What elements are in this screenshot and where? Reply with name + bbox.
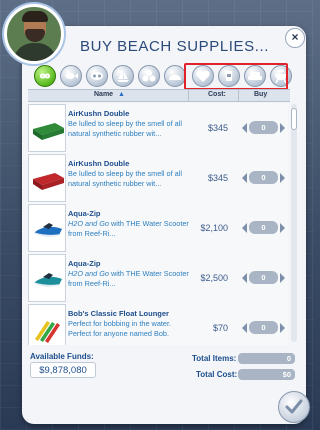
item-price: $2,100 <box>200 223 228 233</box>
item-description-emphasis: H2O and Go <box>68 219 109 228</box>
item-price: $345 <box>207 123 228 133</box>
total-items-box: 0 <box>238 353 295 364</box>
item-description-emphasis: H2O and Go <box>68 269 109 278</box>
item-description: H2O and Go with THE Water Scooter from R… <box>68 269 192 288</box>
item-name: AirKushn Double <box>68 159 130 168</box>
decrease-arrow-icon[interactable] <box>242 123 247 133</box>
available-funds-label: Available Funds: <box>30 352 94 361</box>
item-name: AirKushn Double <box>68 109 130 118</box>
column-name-header[interactable]: Name <box>94 91 113 98</box>
item-price: $2,500 <box>200 273 228 283</box>
mask-icon <box>91 72 103 80</box>
quantity-value[interactable]: 0 <box>249 171 278 184</box>
increase-arrow-icon[interactable] <box>280 323 285 333</box>
decrease-arrow-icon[interactable] <box>242 323 247 333</box>
red-air-mattress-icon <box>33 173 64 190</box>
total-cost-value: $0 <box>282 370 291 379</box>
decrease-arrow-icon[interactable] <box>242 173 247 183</box>
filter-sailboat-button[interactable] <box>112 65 134 87</box>
infinity-icon <box>39 73 51 79</box>
item-name: Bob's Classic Float Lounger <box>68 309 169 318</box>
list-item[interactable]: Aqua-Zip H2O and Go with THE Water Scoot… <box>28 253 288 304</box>
total-items-value: 0 <box>286 354 291 363</box>
quantity-value[interactable]: 0 <box>249 221 278 234</box>
total-cost-box: $0 <box>238 369 295 380</box>
fish-icon <box>65 73 78 79</box>
item-name: Aqua-Zip <box>68 209 101 218</box>
filter-fish-button[interactable] <box>60 65 82 87</box>
item-description: Be lulled to sleep by the smell of all n… <box>68 119 182 138</box>
list-item[interactable]: AirKushn Double Be lulled to sleep by th… <box>28 103 288 154</box>
filter-shell-button[interactable] <box>164 65 186 87</box>
purchase-summary: Available Funds: $9,878,080 Total Items:… <box>22 348 306 390</box>
item-price: $345 <box>207 173 228 183</box>
quantity-stepper[interactable]: 0 <box>242 321 286 335</box>
green-air-mattress-icon <box>33 123 64 140</box>
bubbles-icon <box>142 70 156 82</box>
quantity-stepper[interactable]: 0 <box>242 221 286 235</box>
column-header: Name ▲ Cost: Buy <box>28 89 290 102</box>
filter-bubbles-button[interactable] <box>138 65 160 87</box>
highlight-annotation <box>184 63 288 90</box>
decrease-arrow-icon[interactable] <box>242 273 247 283</box>
shell-icon <box>169 74 181 80</box>
quantity-stepper[interactable]: 0 <box>242 121 286 135</box>
item-list: AirKushn Double Be lulled to sleep by th… <box>28 103 288 345</box>
increase-arrow-icon[interactable] <box>280 273 285 283</box>
column-buy-header: Buy <box>254 91 268 98</box>
decrease-arrow-icon[interactable] <box>242 223 247 233</box>
filter-all-button[interactable] <box>34 65 56 87</box>
item-price: $70 <box>212 323 228 333</box>
item-description: H2O and Go with THE Water Scooter from R… <box>68 219 192 238</box>
item-thumbnail <box>28 304 66 345</box>
striped-float-icon <box>35 321 60 343</box>
quantity-value[interactable]: 0 <box>249 121 278 134</box>
item-thumbnail <box>28 254 66 302</box>
close-button[interactable]: × <box>285 28 305 48</box>
list-item[interactable]: Bob's Classic Float Lounger Perfect for … <box>28 303 288 345</box>
list-item[interactable]: AirKushn Double Be lulled to sleep by th… <box>28 153 288 204</box>
blue-jetski-icon <box>33 223 62 237</box>
item-thumbnail <box>28 204 66 252</box>
sim-avatar[interactable] <box>4 4 64 64</box>
item-name: Aqua-Zip <box>68 259 101 268</box>
quantity-stepper[interactable]: 0 <box>242 271 286 285</box>
checkmark-icon <box>285 399 303 414</box>
item-thumbnail <box>28 154 66 202</box>
confirm-purchase-button[interactable] <box>278 391 310 423</box>
increase-arrow-icon[interactable] <box>280 123 285 133</box>
teal-jetski-icon <box>33 273 62 287</box>
list-item[interactable]: Aqua-Zip H2O and Go with THE Water Scoot… <box>28 203 288 254</box>
sort-ascending-icon[interactable]: ▲ <box>118 91 125 98</box>
quantity-value[interactable]: 0 <box>249 321 278 334</box>
increase-arrow-icon[interactable] <box>280 173 285 183</box>
item-description: Perfect for bobbing in the water. Perfec… <box>68 319 172 338</box>
dialog-title: BUY BEACH SUPPLIES... <box>80 38 270 55</box>
quantity-stepper[interactable]: 0 <box>242 171 286 185</box>
sailboat-icon <box>117 70 129 82</box>
filter-mask-button[interactable] <box>86 65 108 87</box>
item-description: Be lulled to sleep by the smell of all n… <box>68 169 182 188</box>
list-scrollbar[interactable] <box>291 104 297 342</box>
available-funds-box: $9,878,080 <box>30 362 96 378</box>
increase-arrow-icon[interactable] <box>280 223 285 233</box>
quantity-value[interactable]: 0 <box>249 271 278 284</box>
total-items-label: Total Items: <box>192 354 237 363</box>
scrollbar-thumb[interactable] <box>291 108 297 130</box>
column-cost-header: Cost: <box>208 91 226 98</box>
total-cost-label: Total Cost: <box>196 370 238 379</box>
available-funds-value: $9,878,080 <box>39 365 87 376</box>
item-thumbnail <box>28 104 66 152</box>
